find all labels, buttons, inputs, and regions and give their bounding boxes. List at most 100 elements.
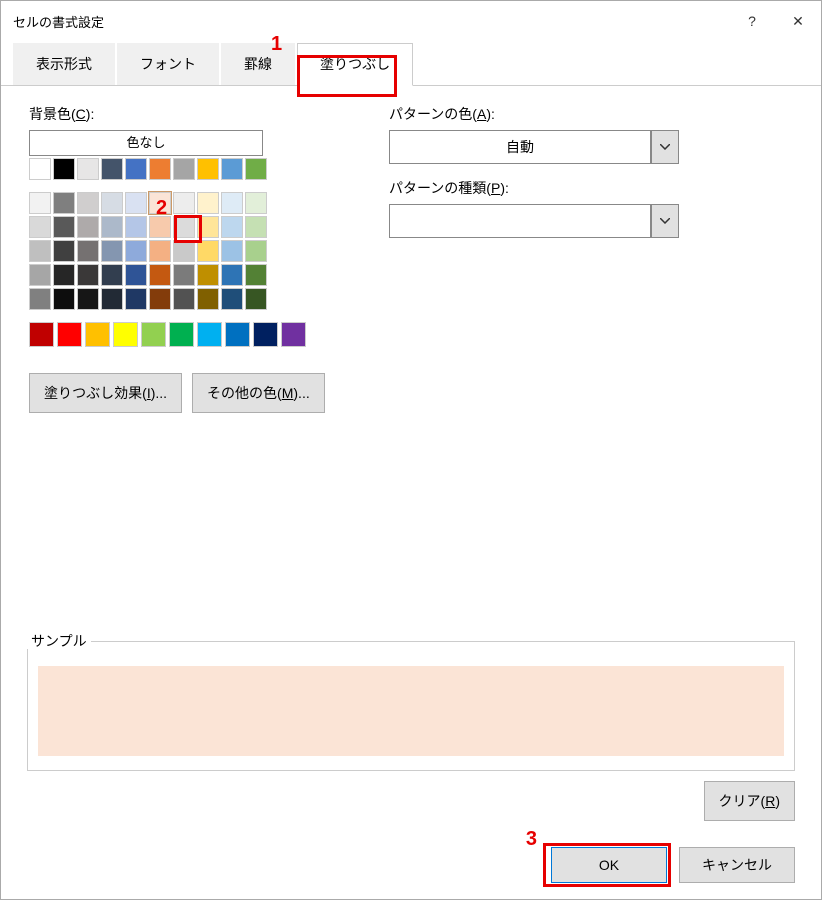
dialog-window: セルの書式設定 ? ✕ 表示形式 フォント 罫線 塗りつぶし 1 背景色(C):…	[0, 0, 822, 900]
tint-color-swatch[interactable]	[245, 192, 267, 214]
theme-color-swatch[interactable]	[125, 158, 147, 180]
pattern-color-dropdown[interactable]: 自動	[389, 130, 679, 164]
background-color-section: 背景色(C): 色なし 塗りつぶし効果(I)... その他の色(M)...	[29, 104, 329, 413]
tint-color-swatch[interactable]	[245, 240, 267, 262]
tint-color-swatch[interactable]	[53, 288, 75, 310]
tint-row	[29, 192, 329, 214]
tint-color-swatch[interactable]	[149, 240, 171, 262]
tint-color-swatch[interactable]	[77, 192, 99, 214]
theme-color-swatch[interactable]	[149, 158, 171, 180]
sample-preview	[38, 666, 784, 756]
theme-color-swatch[interactable]	[221, 158, 243, 180]
standard-color-swatch[interactable]	[225, 322, 250, 347]
color-buttons-row: 塗りつぶし効果(I)... その他の色(M)...	[29, 373, 329, 413]
theme-color-swatch[interactable]	[29, 158, 51, 180]
tab-display-format[interactable]: 表示形式	[13, 43, 115, 85]
theme-color-swatch[interactable]	[77, 158, 99, 180]
tint-color-swatch[interactable]	[173, 240, 195, 262]
pattern-type-value	[389, 204, 651, 238]
dialog-buttons: OK キャンセル	[551, 847, 795, 883]
tint-color-swatch[interactable]	[149, 288, 171, 310]
standard-color-swatch[interactable]	[29, 322, 54, 347]
tint-color-swatch[interactable]	[53, 264, 75, 286]
standard-color-swatch[interactable]	[169, 322, 194, 347]
tint-color-swatch[interactable]	[173, 264, 195, 286]
theme-color-swatch[interactable]	[245, 158, 267, 180]
tint-color-swatch[interactable]	[125, 240, 147, 262]
tint-color-swatch[interactable]	[125, 192, 147, 214]
tint-color-swatch[interactable]	[125, 216, 147, 238]
pattern-type-dropdown[interactable]	[389, 204, 679, 238]
tint-color-swatch[interactable]	[101, 264, 123, 286]
standard-color-swatch[interactable]	[281, 322, 306, 347]
tint-color-swatch[interactable]	[221, 264, 243, 286]
tint-color-swatch[interactable]	[125, 264, 147, 286]
theme-color-swatch[interactable]	[173, 158, 195, 180]
fill-effects-button[interactable]: 塗りつぶし効果(I)...	[29, 373, 182, 413]
tint-color-swatch[interactable]	[149, 192, 171, 214]
tab-fill[interactable]: 塗りつぶし	[297, 43, 413, 86]
close-button[interactable]: ✕	[775, 1, 821, 41]
tint-color-swatch[interactable]	[149, 264, 171, 286]
tint-color-swatch[interactable]	[173, 192, 195, 214]
tint-color-swatch[interactable]	[53, 216, 75, 238]
tint-color-swatch[interactable]	[29, 264, 51, 286]
tint-color-swatch[interactable]	[245, 288, 267, 310]
sample-label: サンプル	[27, 633, 91, 649]
tint-color-swatch[interactable]	[245, 264, 267, 286]
annotation-number-3: 3	[526, 828, 537, 851]
help-button[interactable]: ?	[729, 1, 775, 41]
tab-border[interactable]: 罫線	[221, 43, 295, 85]
theme-colors-grid	[29, 158, 329, 347]
ok-button[interactable]: OK	[551, 847, 667, 883]
standard-color-swatch[interactable]	[253, 322, 278, 347]
more-colors-button[interactable]: その他の色(M)...	[192, 373, 325, 413]
standard-color-swatch[interactable]	[85, 322, 110, 347]
tint-color-swatch[interactable]	[29, 240, 51, 262]
standard-color-swatch[interactable]	[197, 322, 222, 347]
tint-color-swatch[interactable]	[197, 264, 219, 286]
chevron-down-icon[interactable]	[651, 130, 679, 164]
standard-color-swatch[interactable]	[141, 322, 166, 347]
tint-color-swatch[interactable]	[221, 216, 243, 238]
tint-color-swatch[interactable]	[101, 192, 123, 214]
clear-button[interactable]: クリア(R)	[704, 781, 795, 821]
tint-color-swatch[interactable]	[29, 216, 51, 238]
tint-color-swatch[interactable]	[245, 216, 267, 238]
tint-color-swatch[interactable]	[77, 216, 99, 238]
no-color-button[interactable]: 色なし	[29, 130, 263, 156]
tint-color-swatch[interactable]	[29, 288, 51, 310]
tint-color-swatch[interactable]	[29, 192, 51, 214]
tint-color-swatch[interactable]	[101, 240, 123, 262]
tint-row	[29, 240, 329, 262]
tint-color-swatch[interactable]	[221, 240, 243, 262]
tint-color-swatch[interactable]	[221, 192, 243, 214]
cancel-button[interactable]: キャンセル	[679, 847, 795, 883]
tint-color-swatch[interactable]	[173, 288, 195, 310]
tint-color-swatch[interactable]	[77, 264, 99, 286]
tint-color-swatch[interactable]	[101, 216, 123, 238]
titlebar: セルの書式設定 ? ✕	[1, 1, 821, 41]
tint-color-swatch[interactable]	[197, 288, 219, 310]
theme-color-swatch[interactable]	[53, 158, 75, 180]
tint-color-swatch[interactable]	[101, 288, 123, 310]
tint-color-swatch[interactable]	[77, 288, 99, 310]
tint-color-swatch[interactable]	[149, 216, 171, 238]
standard-color-swatch[interactable]	[57, 322, 82, 347]
tint-color-swatch[interactable]	[197, 192, 219, 214]
standard-color-swatch[interactable]	[113, 322, 138, 347]
tint-row	[29, 264, 329, 286]
tint-color-swatch[interactable]	[197, 240, 219, 262]
tint-color-swatch[interactable]	[173, 216, 195, 238]
tint-row	[29, 288, 329, 310]
chevron-down-icon[interactable]	[651, 204, 679, 238]
tint-color-swatch[interactable]	[197, 216, 219, 238]
tab-font[interactable]: フォント	[117, 43, 219, 85]
tint-color-swatch[interactable]	[77, 240, 99, 262]
tint-color-swatch[interactable]	[221, 288, 243, 310]
theme-color-swatch[interactable]	[101, 158, 123, 180]
tint-color-swatch[interactable]	[125, 288, 147, 310]
tint-color-swatch[interactable]	[53, 240, 75, 262]
tint-color-swatch[interactable]	[53, 192, 75, 214]
theme-color-swatch[interactable]	[197, 158, 219, 180]
